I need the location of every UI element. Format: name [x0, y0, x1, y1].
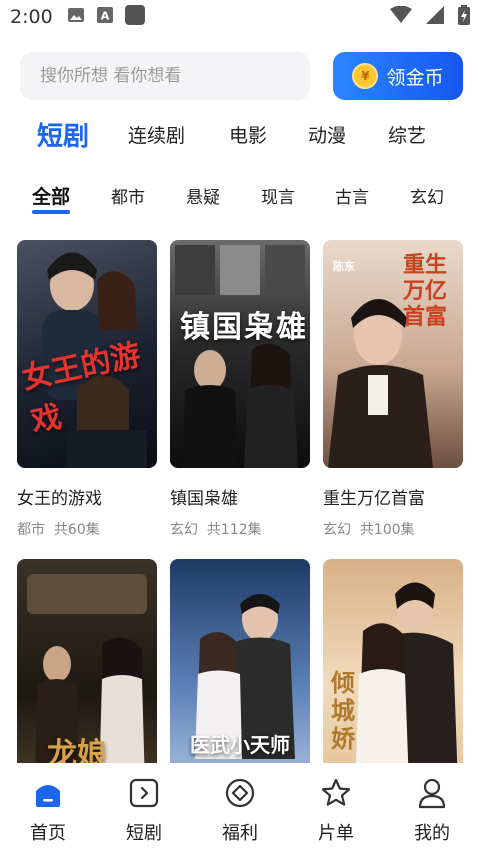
poster-title-art: 医武小天师 — [190, 733, 290, 757]
drama-genre: 都市 — [17, 522, 45, 538]
drama-title[interactable]: 女王的游戏 — [17, 484, 157, 509]
status-time: 2:00 — [10, 6, 53, 28]
drama-card[interactable]: 女王的游戏 女王的游戏 都市 共60集 — [17, 240, 157, 539]
status-bar: 2:00 A — [0, 0, 480, 34]
drama-title[interactable]: 镇国枭雄 — [170, 484, 310, 509]
drama-card[interactable]: 龙娘 — [17, 559, 157, 787]
drama-genre: 玄幻 — [170, 522, 198, 538]
drama-meta: 都市 共60集 — [17, 519, 157, 539]
poster-title-art: 镇国枭雄 — [180, 310, 308, 345]
nav-welfare-label: 福利 — [222, 823, 258, 844]
drama-meta: 玄幻 共112集 — [170, 519, 310, 539]
svg-text:A: A — [100, 10, 109, 23]
drama-poster[interactable]: 女王的游戏 — [17, 240, 157, 468]
tab-variety[interactable]: 综艺 — [388, 112, 426, 156]
drama-poster[interactable]: 镇国枭雄 — [170, 240, 310, 468]
genre-tab-modern-romance[interactable]: 现言 — [261, 180, 295, 210]
poster-top-label: 陈东 — [333, 260, 355, 273]
drama-poster[interactable]: 医武小天师 — [170, 559, 310, 787]
drama-episodes: 共112集 — [206, 522, 262, 538]
nav-profile-label: 我的 — [414, 823, 450, 844]
drama-genre: 玄幻 — [323, 522, 351, 538]
tab-tv-series[interactable]: 连续剧 — [128, 112, 185, 156]
welfare-icon — [224, 777, 256, 809]
genre-tab-historical-romance[interactable]: 古言 — [335, 180, 369, 210]
tab-short-drama[interactable]: 短剧 — [37, 112, 89, 156]
genre-tab-urban[interactable]: 都市 — [111, 180, 145, 210]
a-box-icon: A — [96, 7, 113, 27]
drama-poster[interactable]: 陈东 重生万亿首富 — [323, 240, 463, 468]
home-icon — [32, 777, 64, 809]
genre-tab-all[interactable]: 全部 — [32, 180, 70, 210]
drama-poster[interactable]: 倾城娇 — [323, 559, 463, 787]
genre-tab-fantasy[interactable]: 玄幻 — [410, 180, 444, 210]
nav-playlist[interactable]: 片单 — [288, 763, 384, 855]
drama-card[interactable]: 倾城娇 — [323, 559, 463, 787]
search-input[interactable] — [40, 66, 310, 86]
drama-episodes: 共60集 — [53, 522, 100, 538]
nav-short-drama[interactable]: 短剧 — [96, 763, 192, 855]
genre-tab-indicator — [32, 210, 70, 214]
battery-charging-icon — [458, 5, 470, 29]
coin-icon: ¥ — [352, 63, 379, 89]
drama-meta: 玄幻 共100集 — [323, 519, 463, 539]
user-icon — [416, 777, 448, 809]
drama-card[interactable]: 镇国枭雄 镇国枭雄 玄幻 共112集 — [170, 240, 310, 539]
tab-anime[interactable]: 动漫 — [308, 112, 346, 156]
drama-episodes: 共100集 — [359, 522, 415, 538]
drama-title[interactable]: 重生万亿首富 — [323, 484, 463, 509]
star-icon — [320, 777, 352, 809]
bottom-nav: 首页 短剧 福利 片单 我的 — [0, 763, 480, 855]
image-icon — [67, 7, 85, 27]
nav-home-label: 首页 — [30, 823, 66, 844]
drama-card[interactable]: 医武小天师 — [170, 559, 310, 787]
poster-title-art: 倾城娇 — [331, 668, 355, 753]
wifi-icon — [390, 5, 412, 28]
genre-tabs: 全部 都市 悬疑 现言 古言 玄幻 — [0, 180, 480, 214]
nav-home[interactable]: 首页 — [0, 763, 96, 855]
drama-poster[interactable]: 龙娘 — [17, 559, 157, 787]
nav-welfare[interactable]: 福利 — [192, 763, 288, 855]
nav-playlist-label: 片单 — [318, 823, 354, 844]
category-tabs: 短剧 连续剧 电影 动漫 综艺 — [0, 112, 480, 156]
poster-title-art: 重生万亿首富 — [403, 252, 448, 330]
search-box[interactable] — [20, 52, 310, 100]
nav-profile[interactable]: 我的 — [384, 763, 480, 855]
signal-icon — [426, 6, 444, 28]
square-icon — [124, 5, 145, 29]
play-square-icon — [128, 777, 160, 809]
claim-coins-button[interactable]: ¥ 领金币 — [333, 52, 463, 100]
nav-short-drama-label: 短剧 — [126, 823, 162, 844]
tab-movie[interactable]: 电影 — [229, 112, 267, 156]
genre-tab-suspense[interactable]: 悬疑 — [186, 180, 220, 210]
drama-card[interactable]: 陈东 重生万亿首富 重生万亿首富 玄幻 共100集 — [323, 240, 463, 539]
claim-coins-label: 领金币 — [386, 66, 444, 89]
